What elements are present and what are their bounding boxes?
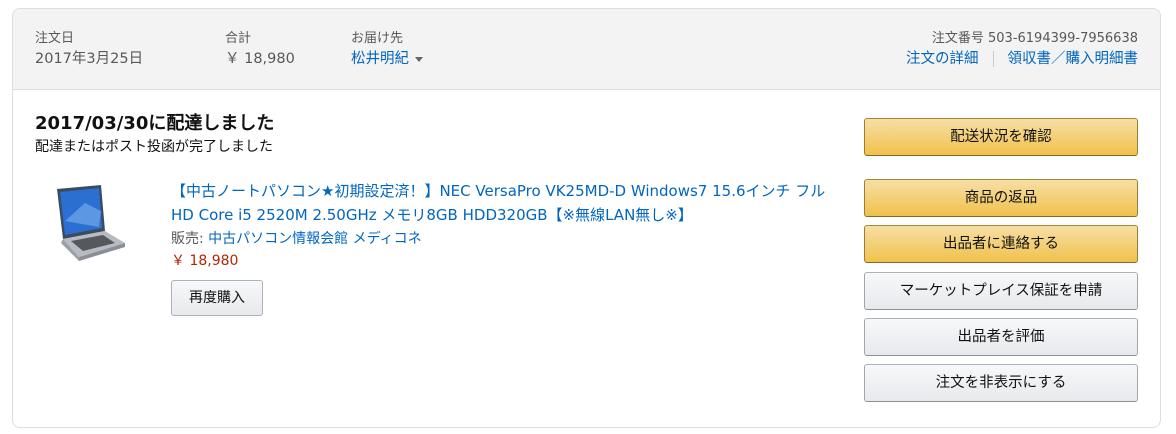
- rate-seller-button[interactable]: 出品者を評価: [864, 318, 1138, 356]
- order-card: 注文日 2017年3月25日 合計 ￥ 18,980 お届け先 松井明紀 注文番…: [12, 8, 1161, 428]
- ship-to-label: お届け先: [351, 31, 404, 46]
- delivery-status-title: 2017/03/30に配達しました: [35, 113, 275, 134]
- order-total: ￥ 18,980: [225, 51, 295, 67]
- seller-link[interactable]: 中古パソコン情報会館 メディコネ: [208, 231, 421, 247]
- order-date-label: 注文日: [35, 31, 75, 46]
- product-title-link[interactable]: 【中古ノートパソコン★初期設定済！】NEC VersaPro VK25MD-D …: [171, 179, 839, 227]
- marketplace-guarantee-button[interactable]: マーケットプレイス保証を申請: [864, 272, 1138, 310]
- item-price: ￥ 18,980: [171, 253, 239, 269]
- ship-to-dropdown[interactable]: 松井明紀: [351, 47, 423, 68]
- seller-label: 販売:: [171, 231, 209, 247]
- hide-order-button[interactable]: 注文を非表示にする: [864, 364, 1138, 402]
- ship-to-name: 松井明紀: [351, 51, 409, 67]
- track-package-button[interactable]: 配送状況を確認: [864, 118, 1138, 156]
- contact-seller-button[interactable]: 出品者に連絡する: [864, 225, 1138, 263]
- order-number-label: 注文番号: [931, 31, 984, 46]
- order-date: 2017年3月25日: [35, 51, 144, 67]
- total-label: 合計: [225, 31, 252, 46]
- link-divider: [992, 51, 994, 67]
- chevron-down-icon: [415, 56, 423, 62]
- order-number-value: 503-6194399-7956638: [988, 31, 1138, 46]
- order-details-link[interactable]: 注文の詳細: [906, 51, 979, 67]
- return-item-button[interactable]: 商品の返品: [864, 179, 1138, 217]
- delivery-status-subtitle: 配達またはポスト投函が完了しました: [35, 139, 273, 155]
- buy-again-button[interactable]: 再度購入: [171, 280, 263, 316]
- receipt-link[interactable]: 領収書／購入明細書: [1008, 51, 1139, 67]
- order-header: 注文日 2017年3月25日 合計 ￥ 18,980 お届け先 松井明紀 注文番…: [13, 9, 1160, 90]
- laptop-product-image[interactable]: [41, 181, 127, 275]
- seller-line: 販売: 中古パソコン情報会館 メディコネ: [171, 228, 422, 248]
- order-links: 注文の詳細 領収書／購入明細書: [906, 47, 1138, 68]
- order-number: 注文番号 503-6194399-7956638: [932, 27, 1138, 46]
